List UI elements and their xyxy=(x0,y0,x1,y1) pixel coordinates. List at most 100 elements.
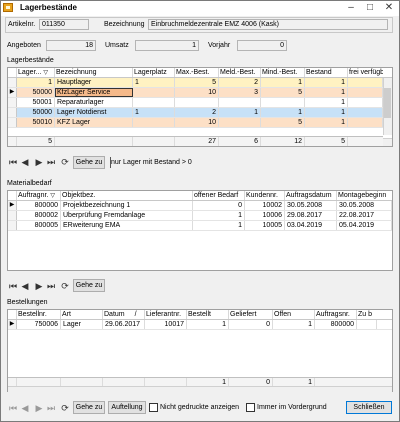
lager-cell-frei[interactable] xyxy=(348,118,383,127)
lager-cell-platz[interactable]: 1 xyxy=(133,108,175,117)
lager-cell-lager[interactable]: 50000 xyxy=(17,108,55,117)
bestellung-cell-art[interactable]: Lager xyxy=(61,320,103,329)
last-record-icon[interactable]: ⏭ xyxy=(46,403,56,413)
col-offen[interactable]: Offen xyxy=(273,310,315,319)
lager-cell-bez[interactable]: Hauptlager xyxy=(55,78,133,87)
lager-cell-max[interactable]: 2 xyxy=(175,108,219,117)
lager-cell-lager[interactable]: 50001 xyxy=(17,98,55,107)
lager-cell-meld[interactable] xyxy=(219,118,261,127)
lager-cell-max[interactable]: 10 xyxy=(175,88,219,97)
lager-cell-frei[interactable] xyxy=(348,78,383,87)
col-bezeichnung[interactable]: Bezeichnung xyxy=(55,68,133,77)
material-cell-bedarf[interactable]: 1 xyxy=(193,211,245,220)
lager-filter-text[interactable]: nur Lager mit Bestand > 0 xyxy=(111,159,192,166)
maximize-button[interactable]: □ xyxy=(361,0,379,15)
bestellung-cell-bestellt[interactable]: 1 xyxy=(187,320,229,329)
lager-vscroll-thumb[interactable] xyxy=(384,88,391,118)
col-max[interactable]: Max.-Best. xyxy=(175,68,219,77)
lager-cell-max[interactable] xyxy=(175,98,219,107)
col-lager[interactable]: Lager... ▽ xyxy=(17,68,55,77)
last-record-icon[interactable]: ⏭ xyxy=(46,281,56,291)
material-cell-bedarf[interactable]: 0 xyxy=(193,201,245,210)
lager-cell-platz[interactable] xyxy=(133,88,175,97)
lager-row[interactable]: 50001 Reparaturlager 1 xyxy=(8,98,392,108)
material-row[interactable]: 800002 Überprüfung Fremdanlage 1 10006 29.08… xyxy=(8,211,392,221)
material-cell-nr[interactable]: 800005 xyxy=(17,221,61,230)
col-frei[interactable]: frei verfügb xyxy=(348,68,383,77)
material-cell-montage[interactable]: 22.08.2017 xyxy=(337,211,392,220)
nicht-gedruckte-checkbox[interactable] xyxy=(149,403,158,412)
vordergrund-checkbox[interactable] xyxy=(246,403,255,412)
col-auftragnr[interactable]: Auftragnr. ▽ xyxy=(17,191,61,200)
lager-cell-meld[interactable]: 1 xyxy=(219,108,261,117)
next-record-icon[interactable]: ▶ xyxy=(34,157,44,167)
material-cell-obj[interactable]: Projektbezeichnung 1 xyxy=(61,201,193,210)
material-cell-datum[interactable]: 30.05.2008 xyxy=(285,201,337,210)
bestellungen-gehe-zu-button[interactable]: Gehe zu xyxy=(73,401,105,414)
auftellung-button[interactable]: Auftellung xyxy=(108,401,146,414)
material-cell-kunde[interactable]: 10005 xyxy=(245,221,285,230)
lager-cell-mind[interactable] xyxy=(261,98,305,107)
col-lieferantnr[interactable]: Lieferantnr. xyxy=(145,310,187,319)
col-lagerplatz[interactable]: Lagerplatz xyxy=(133,68,175,77)
col-meld[interactable]: Meld.-Best. xyxy=(219,68,261,77)
first-record-icon[interactable]: ⏮ xyxy=(8,403,18,413)
close-window-button[interactable]: ✕ xyxy=(380,0,398,15)
lager-cell-best[interactable]: 1 xyxy=(305,88,348,97)
lager-cell-meld[interactable]: 2 xyxy=(219,78,261,87)
bestellungen-hscroll[interactable] xyxy=(8,386,392,392)
lager-row[interactable]: ▶ 50000 KfzLager Service 10 3 5 1 xyxy=(8,88,392,98)
bestellung-cell-auftrag[interactable]: 800000 xyxy=(315,320,357,329)
material-cell-obj[interactable]: Überprüfung Fremdanlage xyxy=(61,211,193,220)
material-cell-kunde[interactable]: 10002 xyxy=(245,201,285,210)
first-record-icon[interactable]: ⏮ xyxy=(8,157,18,167)
refresh-icon[interactable]: ⟳ xyxy=(60,281,70,291)
lager-cell-max[interactable]: 10 xyxy=(175,118,219,127)
col-kundennr[interactable]: Kundennr. xyxy=(245,191,285,200)
lager-cell-frei[interactable] xyxy=(348,108,383,117)
material-cell-kunde[interactable]: 10006 xyxy=(245,211,285,220)
prev-record-icon[interactable]: ◀ xyxy=(20,157,30,167)
lager-cell-bez[interactable]: KfzLager Service xyxy=(55,88,133,97)
col-bestellt[interactable]: Bestellt xyxy=(187,310,229,319)
col-datum[interactable]: Datum / xyxy=(103,310,145,319)
col-zub[interactable]: Zu b xyxy=(357,310,377,319)
refresh-icon[interactable]: ⟳ xyxy=(60,403,70,413)
lager-cell-mind[interactable]: 1 xyxy=(261,108,305,117)
lager-cell-bez[interactable]: Lager Notdienst xyxy=(55,108,133,117)
lager-row[interactable]: 50000 Lager Notdienst 1 2 1 1 1 xyxy=(8,108,392,118)
col-bestellnr[interactable]: Bestellnr. xyxy=(17,310,61,319)
bezeichnung-field[interactable]: Einbruchmeldezentrale EMZ 4006 (Kask) xyxy=(148,19,388,30)
col-auftragsnr[interactable]: Auftragsnr. xyxy=(315,310,357,319)
col-offener-bedarf[interactable]: offener Bedarf xyxy=(193,191,245,200)
prev-record-icon[interactable]: ◀ xyxy=(20,281,30,291)
lager-cell-best[interactable]: 1 xyxy=(305,78,348,87)
material-row[interactable]: 800005 ERweiterung EMA 1 10005 03.04.2019 05.… xyxy=(8,221,392,231)
lager-cell-frei[interactable] xyxy=(348,88,383,97)
first-record-icon[interactable]: ⏮ xyxy=(8,281,18,291)
col-art[interactable]: Art xyxy=(61,310,103,319)
lager-cell-mind[interactable]: 1 xyxy=(261,78,305,87)
bestellung-cell-nr[interactable]: 750006 xyxy=(17,320,61,329)
bestellung-cell-lief[interactable]: 10017 xyxy=(145,320,187,329)
col-auftragsdatum[interactable]: Auftragsdatum xyxy=(285,191,337,200)
lager-cell-frei[interactable] xyxy=(348,98,383,107)
bestellung-cell-zub[interactable] xyxy=(357,320,377,329)
lager-cell-bez[interactable]: Reparaturlager xyxy=(55,98,133,107)
col-bestand[interactable]: Bestand xyxy=(305,68,348,77)
refresh-icon[interactable]: ⟳ xyxy=(60,157,70,167)
lager-cell-meld[interactable] xyxy=(219,98,261,107)
lager-cell-lager[interactable]: 1 xyxy=(17,78,55,87)
next-record-icon[interactable]: ▶ xyxy=(34,403,44,413)
lager-cell-mind[interactable]: 5 xyxy=(261,118,305,127)
col-objektbez[interactable]: Objektbez. xyxy=(61,191,193,200)
bestellung-cell-offen[interactable]: 1 xyxy=(273,320,315,329)
last-record-icon[interactable]: ⏭ xyxy=(46,157,56,167)
lager-cell-lager[interactable]: 50000 xyxy=(17,88,55,97)
prev-record-icon[interactable]: ◀ xyxy=(20,403,30,413)
lager-row[interactable]: 1 Hauptlager 1 5 2 1 1 xyxy=(8,78,392,88)
lager-cell-meld[interactable]: 3 xyxy=(219,88,261,97)
lager-cell-lager[interactable]: 50010 xyxy=(17,118,55,127)
col-geliefert[interactable]: Geliefert xyxy=(229,310,273,319)
material-gehe-zu-button[interactable]: Gehe zu xyxy=(73,279,105,292)
